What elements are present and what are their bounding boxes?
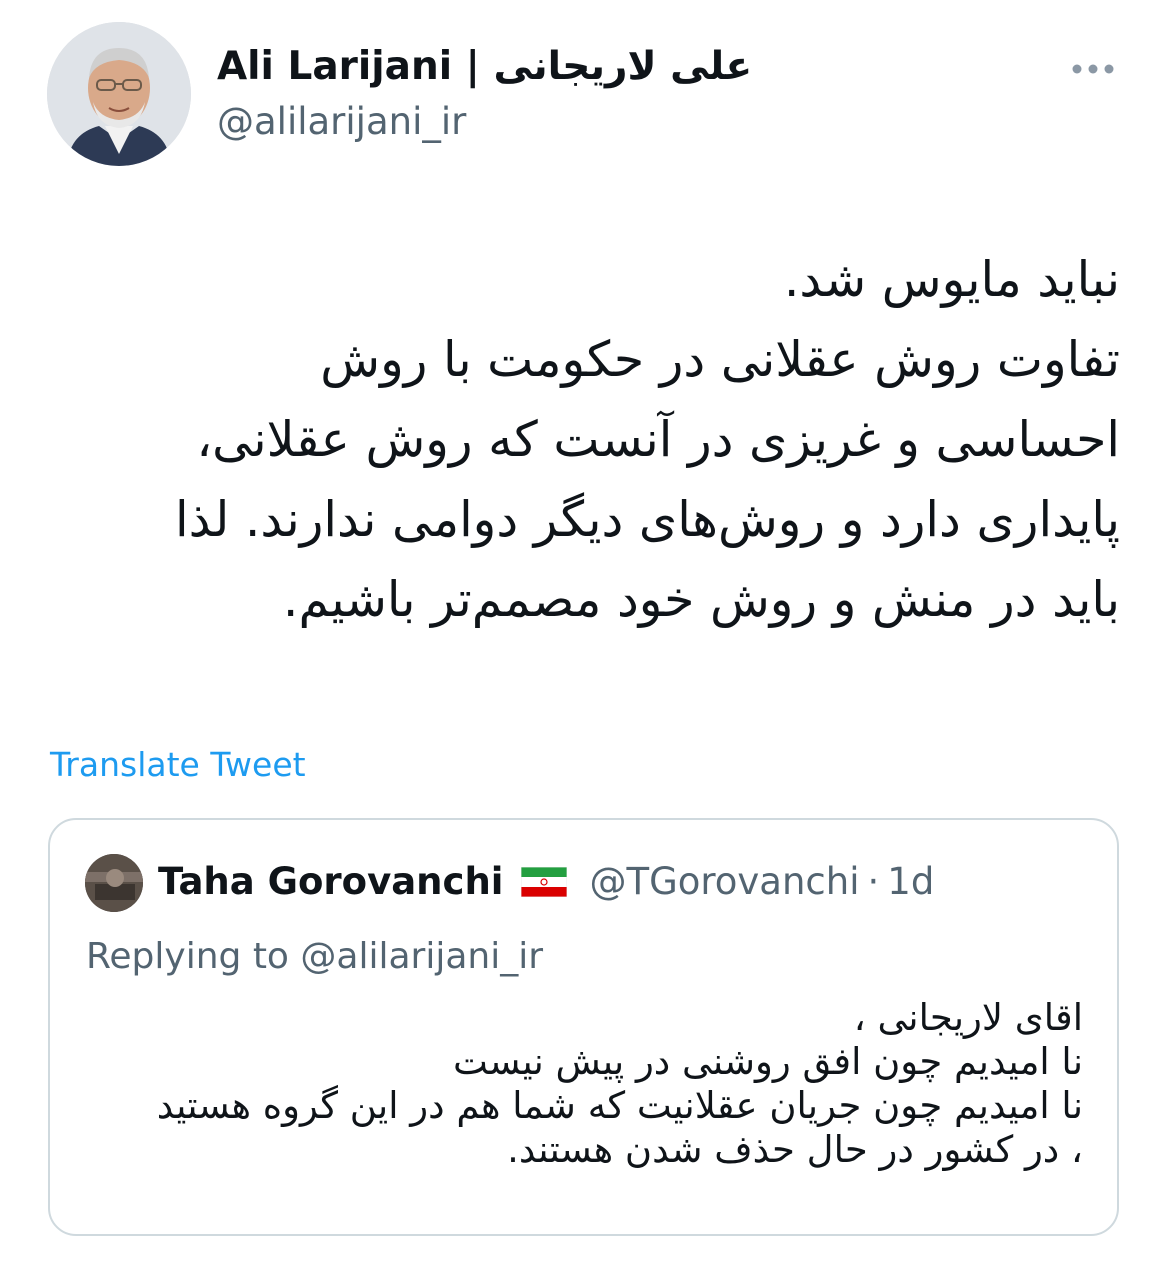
tweet-text-line: باید در منش و روش خود مصمم‌تر باشیم. <box>282 571 1120 628</box>
replying-to: Replying to @alilarijani_ir <box>86 936 543 977</box>
replying-prefix: Replying to <box>86 936 289 977</box>
quoted-tweet-header: Taha Gorovanchi @TGorovanchi · 1d <box>158 860 934 903</box>
author-name[interactable]: Ali Larijani | علی لاریجانی <box>217 44 752 89</box>
tweet-text-line: تفاوت روش عقلانی در حکومت با روش <box>320 331 1120 388</box>
tweet-text-line: پایداری دارد و روش‌های دیگر دوامی ندارند… <box>175 491 1120 548</box>
tweet-text-line: نباید مایوس شد. <box>783 251 1120 308</box>
profile-photo <box>85 854 143 912</box>
author-handle[interactable]: @alilarijani_ir <box>217 100 466 143</box>
quoted-tweet-card[interactable]: Taha Gorovanchi @TGorovanchi · 1d Replyi… <box>48 818 1119 1236</box>
more-horizontal-icon[interactable] <box>1068 56 1118 82</box>
quoted-author-name[interactable]: Taha Gorovanchi <box>158 860 503 903</box>
quoted-author-avatar[interactable] <box>85 854 143 912</box>
quoted-text-line: ، در کشور در حال حذف شدن هستند. <box>507 1128 1083 1171</box>
tweet-text-line: احساسی و غریزی در آنست که روش عقلانی، <box>196 411 1120 468</box>
author-avatar[interactable] <box>47 22 191 166</box>
quoted-text-line: اقای لاریجانی ، <box>853 996 1083 1039</box>
quoted-author-handle[interactable]: @TGorovanchi <box>589 860 859 903</box>
quoted-tweet-time[interactable]: 1d <box>887 860 934 903</box>
separator-dot: · <box>867 860 880 903</box>
quoted-text-line: نا امیدیم چون افق روشنی در پیش نیست <box>452 1040 1083 1083</box>
quoted-tweet-text: اقای لاریجانی ، نا امیدیم چون افق روشنی … <box>83 996 1083 1172</box>
translate-tweet-link[interactable]: Translate Tweet <box>50 745 306 784</box>
profile-photo <box>47 22 191 166</box>
replying-handle[interactable]: @alilarijani_ir <box>300 936 543 977</box>
quoted-text-line: نا امیدیم چون جریان عقلانیت که شما هم در… <box>156 1084 1083 1127</box>
tweet-text: نباید مایوس شد. تفاوت روش عقلانی در حکوم… <box>40 240 1120 640</box>
iran-flag-icon <box>521 866 568 897</box>
